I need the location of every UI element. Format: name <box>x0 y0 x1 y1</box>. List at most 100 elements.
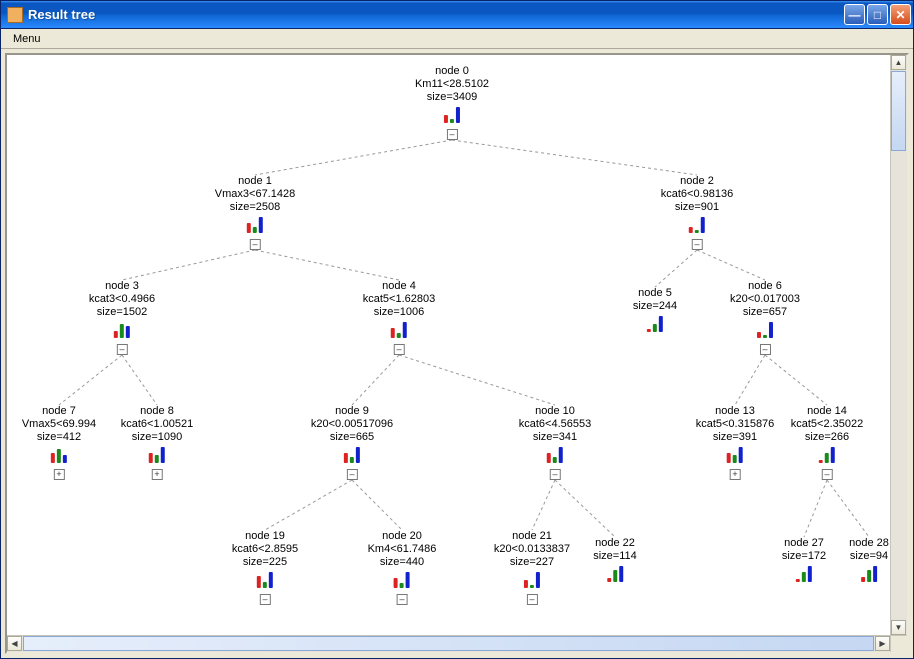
tree-node-n5[interactable]: node 5size=244 <box>633 287 677 336</box>
scroll-left-button[interactable]: ◀ <box>7 636 22 651</box>
window-title: Result tree <box>28 7 844 22</box>
bars-icon <box>247 217 263 233</box>
expand-button[interactable]: + <box>151 469 162 480</box>
bars-icon <box>727 447 743 463</box>
node-title: node 21 <box>494 530 570 543</box>
node-title: node 0 <box>415 65 489 78</box>
expand-button[interactable]: + <box>54 469 65 480</box>
window-buttons: — □ ✕ <box>844 4 911 25</box>
bars-icon <box>861 566 877 582</box>
tree-node-n14[interactable]: node 14kcat5<2.35022size=266– <box>791 405 863 480</box>
vertical-scrollbar[interactable]: ▲ ▼ <box>890 55 907 635</box>
horizontal-scrollbar[interactable]: ◀ ▶ <box>7 635 890 652</box>
tree-node-n20[interactable]: node 20Km4<61.7486size=440– <box>368 530 437 605</box>
node-size: size=1502 <box>89 306 155 319</box>
scroll-up-button[interactable]: ▲ <box>891 55 906 70</box>
node-rule: k20<0.017003 <box>730 293 800 306</box>
node-rule: Vmax3<67.1428 <box>215 188 295 201</box>
collapse-button[interactable]: – <box>393 344 404 355</box>
node-size: size=1006 <box>363 306 435 319</box>
node-title: node 8 <box>121 405 193 418</box>
node-title: node 20 <box>368 530 437 543</box>
node-rule: kcat6<4.56553 <box>519 418 591 431</box>
node-title: node 9 <box>311 405 393 418</box>
collapse-button[interactable]: – <box>759 344 770 355</box>
tree-node-n10[interactable]: node 10kcat6<4.56553size=341 – <box>519 405 591 480</box>
node-size: size=3409 <box>415 91 489 104</box>
collapse-button[interactable]: – <box>446 129 457 140</box>
node-size: size=901 <box>661 201 733 214</box>
scroll-down-button[interactable]: ▼ <box>891 620 906 635</box>
tree-canvas[interactable]: node 0Km11<28.5102size=3409–node 1Vmax3<… <box>7 55 897 645</box>
collapse-button[interactable]: – <box>549 469 560 480</box>
tree-node-n4[interactable]: node 4kcat5<1.62803size=1006– <box>363 280 435 355</box>
collapse-button[interactable]: – <box>691 239 702 250</box>
node-rule: kcat3<0.4966 <box>89 293 155 306</box>
tree-node-n13[interactable]: node 13kcat5<0.315876size=391+ <box>696 405 775 480</box>
node-title: node 1 <box>215 175 295 188</box>
node-rule: Vmax5<69.994 <box>22 418 96 431</box>
bars-icon <box>689 217 705 233</box>
size-grip[interactable] <box>890 635 907 652</box>
collapse-button[interactable]: – <box>397 594 408 605</box>
node-size: size=2508 <box>215 201 295 214</box>
tree-node-n19[interactable]: node 19kcat6<2.8595size=225– <box>232 530 298 605</box>
titlebar[interactable]: Result tree — □ ✕ <box>1 1 913 29</box>
bars-icon <box>444 107 460 123</box>
node-size: size=244 <box>633 300 677 313</box>
tree-node-n0[interactable]: node 0Km11<28.5102size=3409– <box>415 65 489 140</box>
bars-icon <box>819 447 835 463</box>
collapse-button[interactable]: – <box>117 344 128 355</box>
maximize-button[interactable]: □ <box>867 4 888 25</box>
node-rule: kcat5<0.315876 <box>696 418 775 431</box>
node-size: size=172 <box>782 550 826 563</box>
bars-icon <box>51 447 67 463</box>
tree-node-n9[interactable]: node 9k20<0.00517096size=665– <box>311 405 393 480</box>
tree-node-n28[interactable]: node 28size=94 <box>849 537 889 586</box>
collapse-button[interactable]: – <box>821 469 832 480</box>
tree-node-n7[interactable]: node 7Vmax5<69.994size=412+ <box>22 405 96 480</box>
node-size: size=94 <box>849 550 889 563</box>
horizontal-scroll-thumb[interactable] <box>23 636 874 651</box>
node-title: node 14 <box>791 405 863 418</box>
node-title: node 4 <box>363 280 435 293</box>
node-size: size=227 <box>494 556 570 569</box>
bars-icon <box>547 447 563 463</box>
bars-icon <box>757 322 773 338</box>
collapse-button[interactable]: – <box>347 469 358 480</box>
collapse-button[interactable]: – <box>249 239 260 250</box>
tree-node-n3[interactable]: node 3kcat3<0.4966size=1502– <box>89 280 155 355</box>
scroll-right-button[interactable]: ▶ <box>875 636 890 651</box>
node-size: size=114 <box>593 550 637 563</box>
tree-node-n1[interactable]: node 1Vmax3<67.1428size=2508 – <box>215 175 295 250</box>
menu-item[interactable]: Menu <box>7 32 47 46</box>
bars-icon <box>647 316 663 332</box>
node-size: size=341 <box>519 431 591 444</box>
node-title: node 10 <box>519 405 591 418</box>
tree-node-n2[interactable]: node 2kcat6<0.98136size=901 – <box>661 175 733 250</box>
vertical-scroll-thumb[interactable] <box>891 71 906 151</box>
bars-icon <box>149 447 165 463</box>
tree-node-n27[interactable]: node 27size=172 <box>782 537 826 586</box>
tree-node-n21[interactable]: node 21k20<0.0133837size=227– <box>494 530 570 605</box>
node-rule: kcat6<0.98136 <box>661 188 733 201</box>
tree-node-n22[interactable]: node 22size=114 <box>593 537 637 586</box>
node-title: node 22 <box>593 537 637 550</box>
tree-node-n8[interactable]: node 8kcat6<1.00521size=1090+ <box>121 405 193 480</box>
close-button[interactable]: ✕ <box>890 4 911 25</box>
app-icon <box>7 7 23 23</box>
minimize-button[interactable]: — <box>844 4 865 25</box>
node-size: size=440 <box>368 556 437 569</box>
node-title: node 28 <box>849 537 889 550</box>
bars-icon <box>607 566 623 582</box>
collapse-button[interactable]: – <box>260 594 271 605</box>
expand-button[interactable]: + <box>729 469 740 480</box>
node-rule: kcat6<1.00521 <box>121 418 193 431</box>
node-title: node 6 <box>730 280 800 293</box>
bars-icon <box>257 572 273 588</box>
node-title: node 2 <box>661 175 733 188</box>
node-rule: kcat6<2.8595 <box>232 543 298 556</box>
bars-icon <box>524 572 540 588</box>
collapse-button[interactable]: – <box>526 594 537 605</box>
tree-node-n6[interactable]: node 6k20<0.017003size=657– <box>730 280 800 355</box>
